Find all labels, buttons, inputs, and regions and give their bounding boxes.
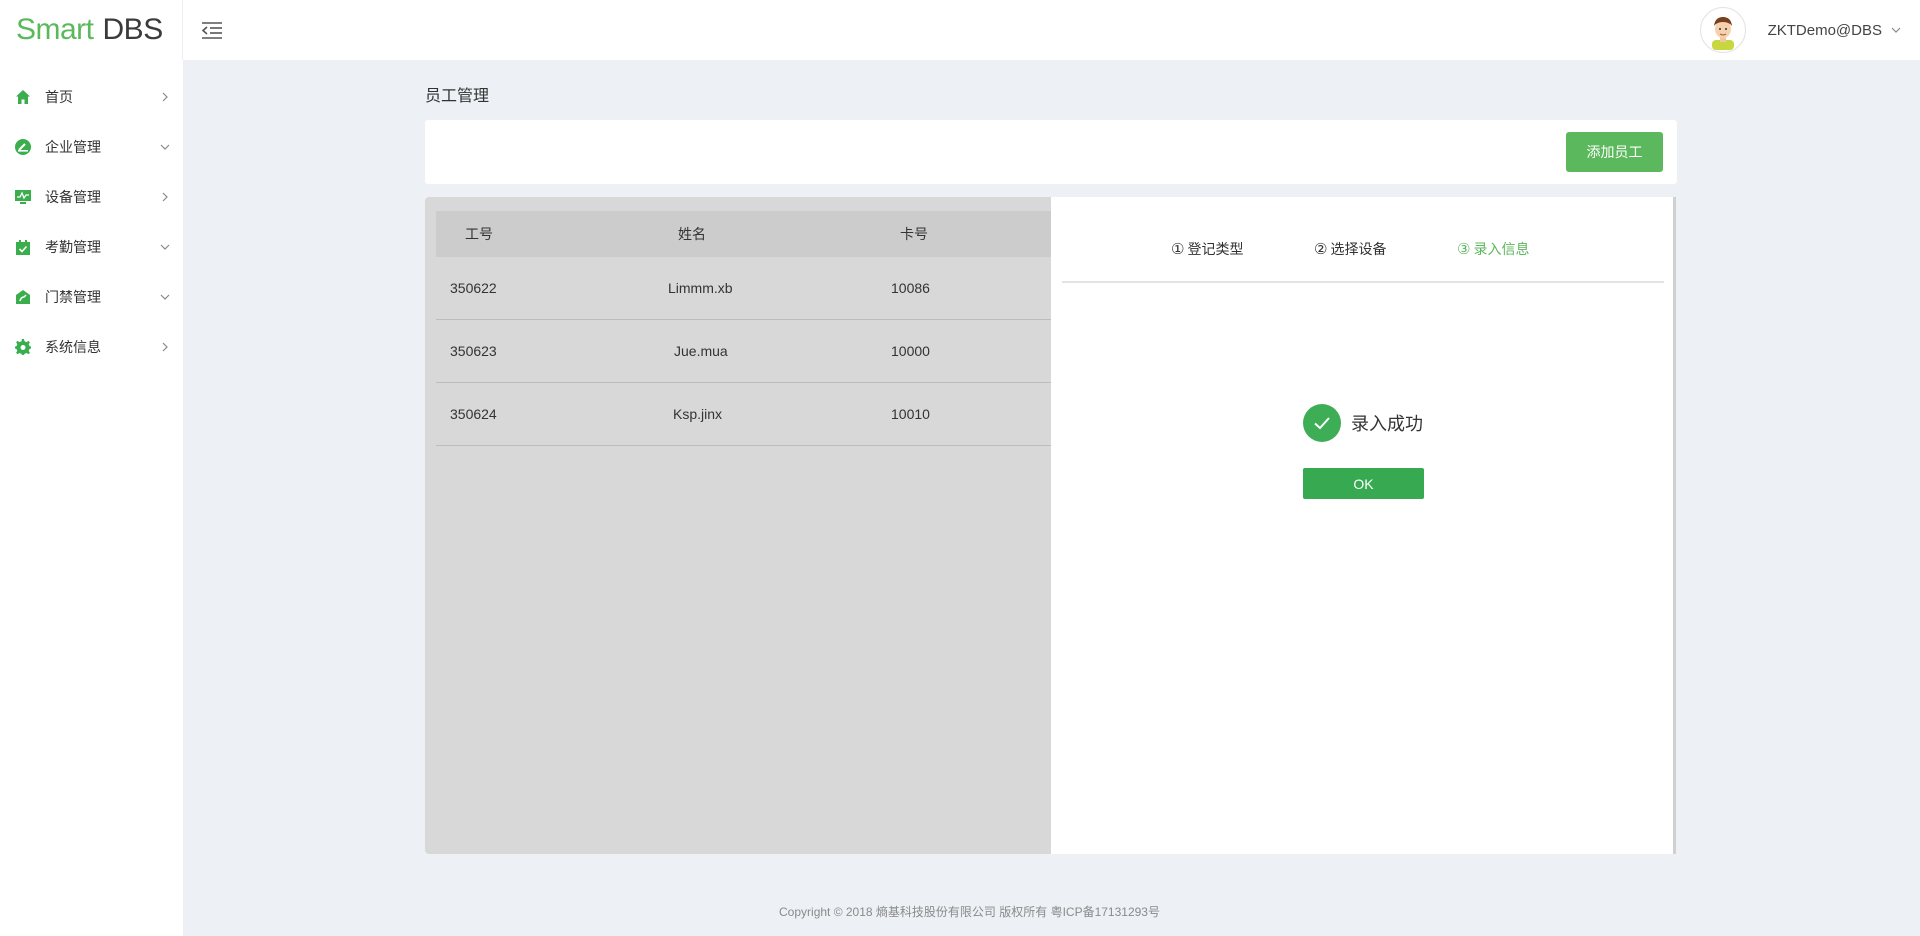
cell-name: Ksp.jinx [673,406,723,422]
sidebar-item-enterprise[interactable]: 企业管理 [0,122,183,172]
home-icon [14,88,32,106]
chevron-down-icon[interactable] [1890,24,1902,36]
chevron-down-icon [160,294,170,300]
check-icon [1303,404,1341,442]
copyright-text: Copyright © 2018 熵基科技股份有限公司 版权所有 粤ICP备17… [779,905,1160,919]
sidebar-item-label: 考勤管理 [45,239,101,255]
device-monitor-icon [14,188,32,206]
column-header-card-number[interactable]: 卡号 [900,224,928,244]
chevron-right-icon [162,342,168,352]
sidebar-item-label: 系统信息 [45,339,101,355]
app-logo[interactable]: Smart DBS [0,0,183,60]
username-label[interactable]: ZKTDemo@DBS [1768,22,1882,39]
success-message: 录入成功 [1303,404,1423,442]
cell-card-number: 10000 [891,343,930,359]
employee-table: 工号 姓名 卡号 350622 Limmm.xb 10086 350623 Ju… [425,197,1051,854]
cell-employee-id: 350624 [450,406,497,422]
sidebar-item-label: 门禁管理 [45,289,101,305]
footer: Copyright © 2018 熵基科技股份有限公司 版权所有 粤ICP备17… [0,903,1920,920]
user-menu[interactable]: ZKTDemo@DBS [1699,6,1902,54]
logo-text-smart: Smart [16,13,94,46]
cell-employee-id: 350622 [450,280,497,296]
chevron-down-icon [160,244,170,250]
ok-button[interactable]: OK [1303,468,1424,499]
sidebar-item-home[interactable]: 首页 [0,72,183,122]
attendance-calendar-icon [14,238,32,256]
step-select-device[interactable]: ② 选择设备 [1314,239,1386,259]
sidebar-item-label: 首页 [45,89,73,105]
table-row[interactable]: 350624 Ksp.jinx 10010 [436,383,1051,446]
sidebar-item-label: 设备管理 [45,189,101,205]
page-title: 员工管理 [425,88,490,105]
avatar[interactable] [1699,7,1746,53]
column-header-employee-id[interactable]: 工号 [465,224,493,244]
sidebar-item-label: 企业管理 [45,139,101,155]
sidebar-item-access-control[interactable]: 门禁管理 [0,272,183,322]
sidebar-item-system-info[interactable]: 系统信息 [0,322,183,372]
step-label: 登记类型 [1187,241,1244,257]
access-control-icon [14,288,32,306]
menu-collapse-icon[interactable] [200,18,224,42]
cell-name: Limmm.xb [668,280,733,296]
step-number: ① [1171,241,1185,258]
step-indicator: ① 登记类型 ② 选择设备 ③ 录入信息 [1062,197,1664,283]
table-row[interactable]: 350622 Limmm.xb 10086 [436,257,1051,320]
step-label: 录入信息 [1473,241,1530,257]
step-enter-info[interactable]: ③ 录入信息 [1457,239,1529,259]
gear-icon [14,338,32,356]
toolbar: 添加员工 [425,120,1677,184]
cell-name: Jue.mua [674,343,728,359]
sidebar-item-device[interactable]: 设备管理 [0,172,183,222]
logo-text-dbs: DBS [102,13,164,46]
step-number: ③ [1457,241,1471,258]
column-header-name[interactable]: 姓名 [678,224,706,244]
chevron-down-icon [160,144,170,150]
table-row[interactable]: 350623 Jue.mua 10000 [436,320,1051,383]
step-number: ② [1314,241,1328,258]
table-header: 工号 姓名 卡号 [436,211,1051,257]
chevron-right-icon [162,92,168,102]
top-header: Smart DBS ZKTDemo@DBS [0,0,1920,60]
sidebar-item-attendance[interactable]: 考勤管理 [0,222,183,272]
add-employee-button[interactable]: 添加员工 [1566,132,1663,172]
step-label: 选择设备 [1330,241,1387,257]
sidebar: 首页 企业管理 设备管理 考勤管理 门禁管理 系统信息 [0,60,183,936]
chevron-right-icon [162,192,168,202]
success-text: 录入成功 [1351,414,1423,434]
cell-card-number: 10010 [891,406,930,422]
cell-employee-id: 350623 [450,343,497,359]
step-register-type[interactable]: ① 登记类型 [1171,239,1243,259]
cell-card-number: 10086 [891,280,930,296]
add-employee-dialog: ① 登记类型 ② 选择设备 ③ 录入信息 录入成功 OK [1051,197,1676,854]
enterprise-icon [14,138,32,156]
